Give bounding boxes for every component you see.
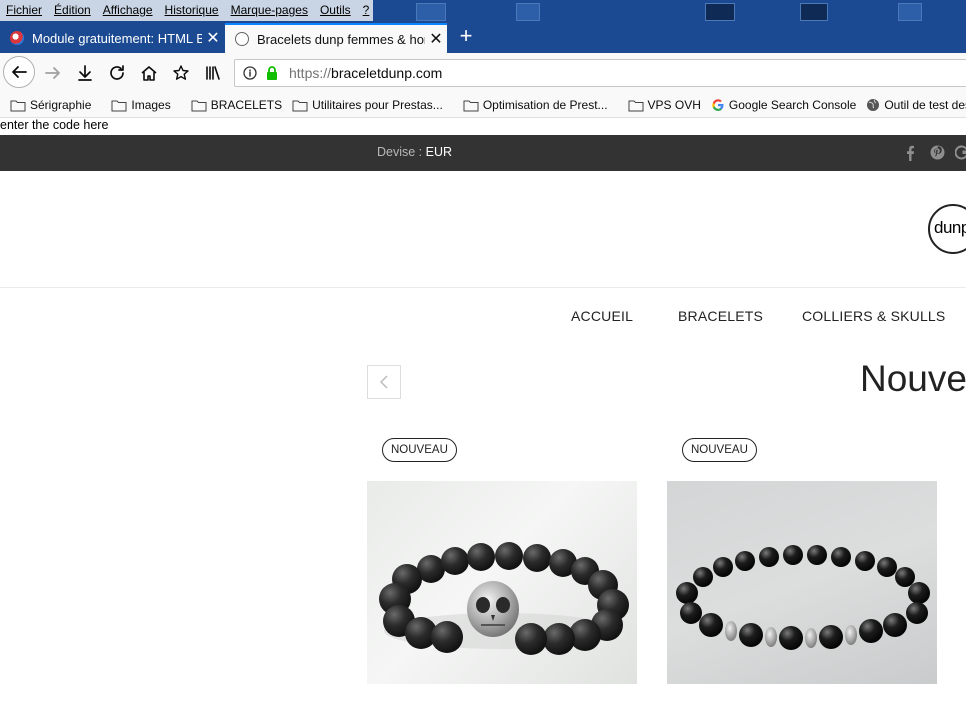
google-plus-icon[interactable] <box>955 145 966 160</box>
bookmark-label: Optimisation de Prest... <box>482 98 608 112</box>
menu-bar: Fichier Édition Affichage Historique Mar… <box>0 0 374 21</box>
close-icon[interactable]: ✕ <box>425 29 447 49</box>
product-image-skull-bracelet[interactable] <box>367 481 637 684</box>
taskbar-thumbnail <box>705 3 735 21</box>
bookmark-serigraphie[interactable]: Sérigraphie <box>10 98 91 112</box>
folder-icon <box>111 100 127 111</box>
product-image-onyx-bracelet[interactable] <box>667 481 937 684</box>
carousel-prev-button[interactable] <box>367 365 401 399</box>
back-button[interactable] <box>3 56 35 88</box>
folder-icon <box>628 100 644 111</box>
currency-selector[interactable]: Devise : EUR <box>377 145 452 159</box>
bookmark-label: Google Search Console <box>728 98 857 112</box>
bookmark-utilitaires[interactable]: Utilitaires pour Prestas... <box>292 98 443 112</box>
code-placeholder-text: enter the code here <box>0 118 109 132</box>
new-badge: NOUVEAU <box>382 438 457 462</box>
folder-icon <box>191 100 207 111</box>
bookmark-label: Images <box>131 98 171 112</box>
chevron-left-icon <box>379 375 388 389</box>
bookmark-optimisation[interactable]: Optimisation de Prest... <box>463 98 608 112</box>
forward-button[interactable] <box>38 58 68 88</box>
arrow-left-icon <box>12 66 27 78</box>
header-divider <box>0 287 966 288</box>
new-tab-button[interactable]: + <box>454 24 478 50</box>
tab-title: Bracelets dunp femmes & hom <box>257 31 425 47</box>
close-icon[interactable]: ✕ <box>202 28 224 48</box>
bookmarks-toolbar: Sérigraphie Images BRACELETS Utilitaires… <box>0 93 966 118</box>
site-topbar: Devise : EUR <box>0 135 966 171</box>
bookmark-bracelets[interactable]: BRACELETS <box>191 98 282 112</box>
bookmark-label: Utilitaires pour Prestas... <box>312 98 443 112</box>
menu-historique[interactable]: Historique <box>159 0 225 21</box>
bookmark-star-button[interactable] <box>166 58 196 88</box>
reload-button[interactable] <box>102 58 132 88</box>
taskbar-thumbnail <box>898 3 922 21</box>
bookmark-label: Sérigraphie <box>30 98 92 112</box>
bookmark-images[interactable]: Images <box>111 98 171 112</box>
info-circle-icon[interactable] <box>243 66 257 80</box>
currency-value: EUR <box>425 145 453 159</box>
section-title: Nouvea <box>860 358 966 399</box>
window-titlebar: Fichier Édition Affichage Historique Mar… <box>0 0 966 21</box>
onyx-bracelet-illustration <box>676 545 930 650</box>
menu-help[interactable]: ? <box>357 0 374 21</box>
home-icon <box>141 66 157 81</box>
tab-bar: Module gratuitement: HTML Bo ✕ Bracelets… <box>0 21 966 53</box>
new-badge: NOUVEAU <box>682 438 757 462</box>
bookmark-outil-de-test[interactable]: Outil de test des do <box>866 98 966 112</box>
skull-bracelet-illustration <box>379 542 629 655</box>
taskbar-thumbnail <box>516 3 540 21</box>
address-bar[interactable]: https://braceletdunp.com <box>234 59 966 87</box>
currency-label: Devise : <box>377 145 423 159</box>
menu-marque-pages[interactable]: Marque-pages <box>225 0 314 21</box>
library-button[interactable] <box>198 58 228 88</box>
menu-fichier[interactable]: Fichier <box>0 0 48 21</box>
folder-icon <box>292 100 308 111</box>
url-host: braceletdunp.com <box>331 65 443 81</box>
bookmark-label: VPS OVH <box>647 98 701 112</box>
star-outline-icon <box>173 65 189 80</box>
bookmark-google-search-console[interactable]: Google Search Console <box>711 98 856 112</box>
url-text[interactable]: https://braceletdunp.com <box>289 65 442 81</box>
arrow-right-icon <box>45 67 60 79</box>
menu-edition[interactable]: Édition <box>48 0 97 21</box>
nav-item-colliers-skulls[interactable]: COLLIERS & SKULLS <box>802 308 945 324</box>
tab-module-html[interactable]: Module gratuitement: HTML Bo ✕ <box>0 23 224 53</box>
menu-affichage[interactable]: Affichage <box>97 0 159 21</box>
pinterest-icon[interactable] <box>930 145 945 160</box>
library-icon <box>206 66 220 80</box>
tab-bracelets-dunp[interactable]: Bracelets dunp femmes & hom ✕ <box>225 23 447 53</box>
google-icon <box>712 99 724 111</box>
bookmark-label: Outil de test des do <box>884 98 966 112</box>
url-protocol: https:// <box>289 65 332 81</box>
dunp-favicon-icon <box>235 32 249 46</box>
menu-outils[interactable]: Outils <box>314 0 357 21</box>
download-icon <box>78 65 92 81</box>
bookmark-label: BRACELETS <box>210 98 283 112</box>
taskbar-thumbnail <box>800 3 828 21</box>
nav-item-accueil[interactable]: ACCUEIL <box>571 308 633 324</box>
taskbar-thumbnail <box>416 3 446 21</box>
lock-icon[interactable] <box>265 65 279 81</box>
site-logo[interactable]: dunp <box>928 204 966 254</box>
downloads-button[interactable] <box>70 58 100 88</box>
folder-icon <box>10 100 26 111</box>
home-button[interactable] <box>134 58 164 88</box>
tab-title: Module gratuitement: HTML Bo <box>32 30 202 46</box>
main-navigation: ACCUEIL BRACELETS COLLIERS & SKULLS <box>0 308 966 328</box>
folder-icon <box>463 100 479 111</box>
navigation-toolbar: https://braceletdunp.com <box>0 53 966 93</box>
nav-item-bracelets[interactable]: BRACELETS <box>678 308 763 324</box>
globe-icon <box>867 99 880 111</box>
bookmark-vps-ovh[interactable]: VPS OVH <box>628 98 701 112</box>
prestashop-favicon-icon <box>10 31 24 45</box>
facebook-icon[interactable] <box>905 145 915 161</box>
reload-icon <box>110 65 124 80</box>
